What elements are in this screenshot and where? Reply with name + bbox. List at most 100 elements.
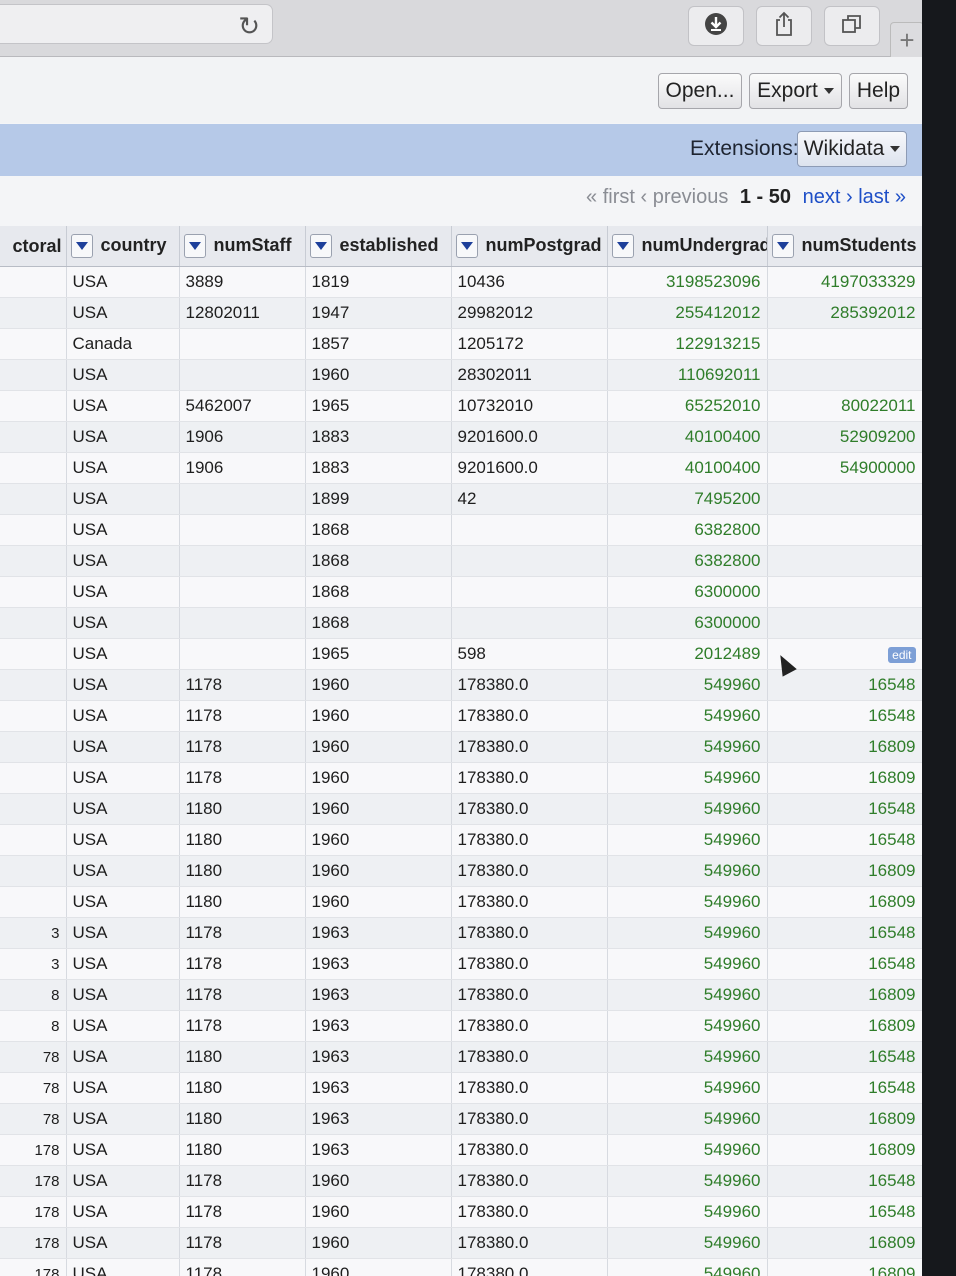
table-cell[interactable]: 598 bbox=[451, 638, 608, 670]
table-cell[interactable]: 1178 bbox=[179, 948, 306, 980]
table-cell[interactable]: 178380.0 bbox=[451, 917, 608, 949]
column-header-numPostgrad[interactable]: numPostgrad bbox=[451, 226, 608, 267]
table-cell[interactable]: 1868 bbox=[305, 576, 452, 608]
table-cell[interactable]: 549960 bbox=[607, 1165, 768, 1197]
table-cell[interactable]: 9201600.0 bbox=[451, 452, 608, 484]
share-button[interactable] bbox=[756, 6, 812, 46]
table-cell[interactable]: 285392012 bbox=[767, 297, 922, 329]
table-cell[interactable]: 549960 bbox=[607, 731, 768, 763]
column-header-ctoral[interactable]: ctoral bbox=[0, 226, 67, 267]
table-cell[interactable]: 1960 bbox=[305, 359, 452, 391]
table-cell[interactable]: USA bbox=[66, 979, 180, 1011]
table-cell[interactable]: 1965 bbox=[305, 638, 452, 670]
table-cell[interactable]: USA bbox=[66, 421, 180, 453]
table-cell[interactable]: 549960 bbox=[607, 700, 768, 732]
table-cell[interactable]: 1178 bbox=[179, 979, 306, 1011]
download-button[interactable] bbox=[688, 6, 744, 46]
table-cell[interactable]: 1868 bbox=[305, 514, 452, 546]
table-cell[interactable] bbox=[179, 638, 306, 670]
table-cell[interactable]: 1960 bbox=[305, 1165, 452, 1197]
table-cell[interactable]: 1857 bbox=[305, 328, 452, 360]
table-cell[interactable]: 78 bbox=[0, 1072, 67, 1104]
table-cell[interactable]: USA bbox=[66, 855, 180, 887]
table-cell[interactable]: USA bbox=[66, 514, 180, 546]
export-button[interactable]: Export bbox=[749, 73, 842, 109]
table-cell[interactable]: 28302011 bbox=[451, 359, 608, 391]
table-cell[interactable] bbox=[767, 607, 922, 639]
table-cell[interactable]: USA bbox=[66, 545, 180, 577]
table-cell[interactable] bbox=[179, 576, 306, 608]
table-cell[interactable]: 1963 bbox=[305, 1134, 452, 1166]
table-cell[interactable] bbox=[179, 514, 306, 546]
column-menu-icon[interactable] bbox=[771, 234, 794, 258]
column-menu-icon[interactable] bbox=[611, 234, 634, 258]
table-cell[interactable]: 8 bbox=[0, 1010, 67, 1042]
table-cell[interactable] bbox=[451, 576, 608, 608]
table-cell[interactable]: 178380.0 bbox=[451, 762, 608, 794]
table-cell[interactable]: 1883 bbox=[305, 452, 452, 484]
table-cell[interactable]: 549960 bbox=[607, 1072, 768, 1104]
table-cell[interactable]: 1180 bbox=[179, 1103, 306, 1135]
table-cell[interactable]: 16809 bbox=[767, 979, 922, 1011]
table-cell[interactable]: 1178 bbox=[179, 669, 306, 701]
table-cell[interactable]: 1178 bbox=[179, 1196, 306, 1228]
table-cell[interactable]: 178380.0 bbox=[451, 824, 608, 856]
table-cell[interactable]: USA bbox=[66, 452, 180, 484]
table-cell[interactable]: 1180 bbox=[179, 793, 306, 825]
table-cell[interactable]: 1178 bbox=[179, 700, 306, 732]
table-cell[interactable]: 16548 bbox=[767, 700, 922, 732]
table-cell[interactable]: 1963 bbox=[305, 979, 452, 1011]
table-cell[interactable]: USA bbox=[66, 824, 180, 856]
table-cell[interactable]: 52909200 bbox=[767, 421, 922, 453]
wikidata-menu-button[interactable]: Wikidata bbox=[797, 131, 907, 167]
table-cell[interactable]: 1960 bbox=[305, 824, 452, 856]
table-cell[interactable]: USA bbox=[66, 1041, 180, 1073]
table-cell[interactable]: 16548 bbox=[767, 793, 922, 825]
table-cell[interactable]: 16809 bbox=[767, 886, 922, 918]
table-cell[interactable]: 3 bbox=[0, 917, 67, 949]
table-cell[interactable]: USA bbox=[66, 607, 180, 639]
table-cell[interactable]: 178380.0 bbox=[451, 1010, 608, 1042]
table-cell[interactable] bbox=[0, 607, 67, 639]
table-cell[interactable]: 549960 bbox=[607, 948, 768, 980]
table-cell[interactable]: USA bbox=[66, 1258, 180, 1276]
table-cell[interactable]: USA bbox=[66, 297, 180, 329]
column-menu-icon[interactable] bbox=[309, 234, 332, 258]
table-cell[interactable]: 3 bbox=[0, 948, 67, 980]
column-header-numStudents[interactable]: numStudents bbox=[767, 226, 922, 267]
table-cell[interactable]: USA bbox=[66, 700, 180, 732]
table-cell[interactable] bbox=[451, 607, 608, 639]
table-cell[interactable]: 6382800 bbox=[607, 514, 768, 546]
table-cell[interactable]: 1205172 bbox=[451, 328, 608, 360]
table-cell[interactable] bbox=[0, 638, 67, 670]
table-cell[interactable]: 549960 bbox=[607, 979, 768, 1011]
table-cell[interactable]: 178380.0 bbox=[451, 1165, 608, 1197]
table-cell[interactable]: 78 bbox=[0, 1103, 67, 1135]
table-cell[interactable]: 549960 bbox=[607, 762, 768, 794]
table-cell[interactable]: 1883 bbox=[305, 421, 452, 453]
table-cell[interactable]: 65252010 bbox=[607, 390, 768, 422]
table-cell[interactable]: 1819 bbox=[305, 266, 452, 298]
table-cell[interactable]: 178 bbox=[0, 1134, 67, 1166]
column-header-numStaff[interactable]: numStaff bbox=[179, 226, 306, 267]
table-cell[interactable]: USA bbox=[66, 1227, 180, 1259]
table-cell[interactable]: 1178 bbox=[179, 1258, 306, 1276]
table-cell[interactable] bbox=[179, 607, 306, 639]
table-cell[interactable]: 1960 bbox=[305, 1227, 452, 1259]
table-cell[interactable]: 78 bbox=[0, 1041, 67, 1073]
table-cell[interactable] bbox=[0, 824, 67, 856]
table-cell[interactable]: 178 bbox=[0, 1165, 67, 1197]
table-cell[interactable] bbox=[0, 700, 67, 732]
table-cell[interactable] bbox=[767, 328, 922, 360]
table-cell[interactable]: 1963 bbox=[305, 948, 452, 980]
table-cell[interactable]: 549960 bbox=[607, 1227, 768, 1259]
table-cell[interactable]: 1963 bbox=[305, 1103, 452, 1135]
table-cell[interactable]: 1180 bbox=[179, 1041, 306, 1073]
table-cell[interactable]: 549960 bbox=[607, 1134, 768, 1166]
table-cell[interactable]: 1960 bbox=[305, 731, 452, 763]
table-cell[interactable] bbox=[451, 545, 608, 577]
table-cell[interactable]: 549960 bbox=[607, 669, 768, 701]
table-cell[interactable] bbox=[0, 793, 67, 825]
edit-cell-button[interactable]: edit bbox=[888, 647, 916, 663]
table-cell[interactable]: 1960 bbox=[305, 1258, 452, 1276]
